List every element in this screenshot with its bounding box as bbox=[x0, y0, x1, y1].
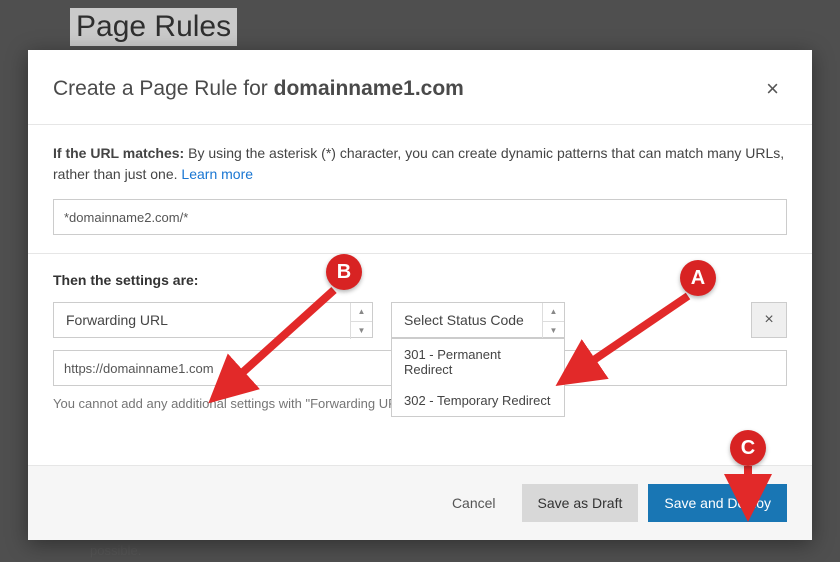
modal-title-prefix: Create a Page Rule for bbox=[53, 77, 274, 100]
select-stepper-icon: ▲▼ bbox=[350, 303, 372, 339]
select-stepper-icon: ▲▼ bbox=[542, 303, 564, 339]
url-match-description: If the URL matches: By using the asteris… bbox=[53, 143, 787, 185]
close-button[interactable]: × bbox=[758, 72, 787, 106]
status-option-302[interactable]: 302 - Temporary Redirect bbox=[392, 385, 564, 416]
status-code-dropdown: 301 - Permanent Redirect 302 - Temporary… bbox=[391, 338, 565, 417]
settings-label: Then the settings are: bbox=[53, 272, 787, 288]
save-deploy-button[interactable]: Save and Deploy bbox=[648, 484, 787, 522]
status-option-301[interactable]: 301 - Permanent Redirect bbox=[392, 339, 564, 385]
remove-setting-button[interactable]: × bbox=[751, 302, 787, 338]
modal-title: Create a Page Rule for domainname1.com bbox=[53, 77, 464, 101]
modal-title-domain: domainname1.com bbox=[274, 77, 464, 100]
setting-type-value: Forwarding URL bbox=[66, 312, 168, 328]
status-code-select[interactable]: Select Status Code ▲▼ bbox=[391, 302, 565, 338]
url-match-label: If the URL matches: bbox=[53, 145, 184, 161]
close-icon: × bbox=[766, 76, 779, 101]
annotation-badge-c: C bbox=[730, 430, 766, 466]
page-title-background: Page Rules bbox=[70, 8, 237, 46]
url-match-section: If the URL matches: By using the asteris… bbox=[28, 125, 812, 254]
setting-type-select-wrap[interactable]: Forwarding URL ▲▼ bbox=[53, 302, 373, 338]
url-pattern-input[interactable] bbox=[53, 199, 787, 235]
modal-footer: Cancel Save as Draft Save and Deploy bbox=[28, 465, 812, 540]
settings-row: Forwarding URL ▲▼ Select Status Code ▲▼ … bbox=[53, 302, 787, 338]
save-draft-button[interactable]: Save as Draft bbox=[522, 484, 639, 522]
cancel-button[interactable]: Cancel bbox=[436, 484, 512, 522]
status-code-select-wrap[interactable]: Select Status Code ▲▼ 301 - Permanent Re… bbox=[391, 302, 565, 338]
setting-type-select[interactable]: Forwarding URL ▲▼ bbox=[53, 302, 373, 338]
background-snippet: possible. bbox=[90, 543, 141, 558]
modal-header: Create a Page Rule for domainname1.com × bbox=[28, 50, 812, 125]
status-code-value: Select Status Code bbox=[404, 312, 524, 328]
annotation-badge-b: B bbox=[326, 254, 362, 290]
annotation-badge-a: A bbox=[680, 260, 716, 296]
learn-more-link[interactable]: Learn more bbox=[181, 166, 253, 182]
remove-icon: × bbox=[764, 311, 773, 328]
